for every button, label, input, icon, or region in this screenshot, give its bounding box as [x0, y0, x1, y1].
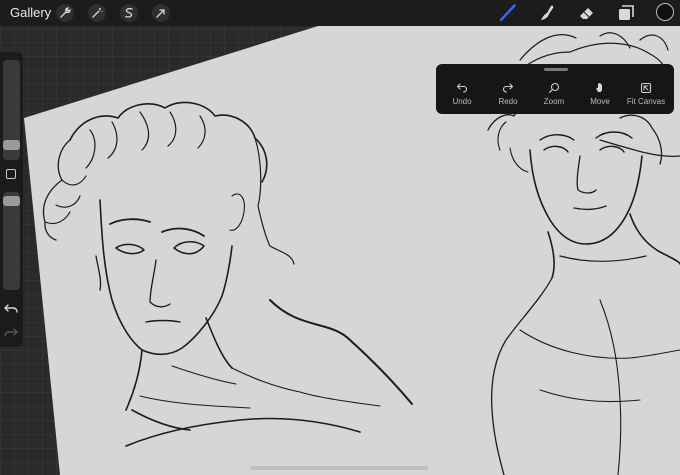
fit-canvas-icon	[640, 82, 652, 94]
magic-wand-icon	[92, 8, 103, 18]
brush-opacity-slider[interactable]	[3, 192, 20, 290]
magnifier-icon	[548, 82, 560, 94]
arrow-cursor-icon	[156, 9, 165, 18]
smudge-icon[interactable]	[537, 3, 557, 23]
left-sidebar	[0, 52, 23, 347]
redo-icon[interactable]	[3, 324, 19, 340]
modify-button[interactable]	[6, 169, 16, 179]
selection-s-icon	[125, 7, 133, 18]
color-picker-button[interactable]	[656, 3, 674, 21]
undo-arrow-icon	[456, 83, 468, 93]
undo-icon[interactable]	[3, 300, 19, 316]
layers-icon[interactable]	[616, 3, 636, 23]
brush-icon[interactable]	[498, 3, 518, 23]
selection-button[interactable]	[120, 4, 138, 22]
quick-menu-fit-canvas-label: Fit Canvas	[626, 97, 666, 106]
quick-menu: Undo Redo Zoom Move Fit Canvas	[436, 64, 674, 114]
gallery-button[interactable]: Gallery	[10, 5, 51, 20]
adjustments-button[interactable]	[88, 4, 106, 22]
brush-size-handle[interactable]	[3, 140, 20, 150]
quick-menu-undo[interactable]: Undo	[439, 82, 485, 106]
quick-menu-move[interactable]: Move	[577, 82, 623, 106]
eraser-icon[interactable]	[577, 3, 597, 23]
quick-menu-redo[interactable]: Redo	[485, 82, 531, 106]
quick-menu-grip[interactable]	[544, 68, 568, 71]
brush-opacity-handle[interactable]	[3, 196, 20, 206]
quick-menu-fit-canvas[interactable]: Fit Canvas	[623, 82, 669, 106]
transform-button[interactable]	[152, 4, 170, 22]
quick-menu-undo-label: Undo	[452, 97, 472, 106]
actions-button[interactable]	[56, 4, 74, 22]
home-indicator	[250, 466, 428, 470]
quick-menu-move-label: Move	[590, 97, 610, 106]
top-toolbar: Gallery	[0, 0, 680, 26]
wrench-icon	[60, 7, 71, 18]
quick-menu-zoom-label: Zoom	[543, 97, 565, 106]
quick-menu-redo-label: Redo	[498, 97, 518, 106]
quick-menu-zoom[interactable]: Zoom	[531, 82, 577, 106]
brush-size-slider[interactable]	[3, 60, 20, 160]
hand-icon	[596, 82, 602, 92]
redo-arrow-icon	[502, 83, 514, 93]
